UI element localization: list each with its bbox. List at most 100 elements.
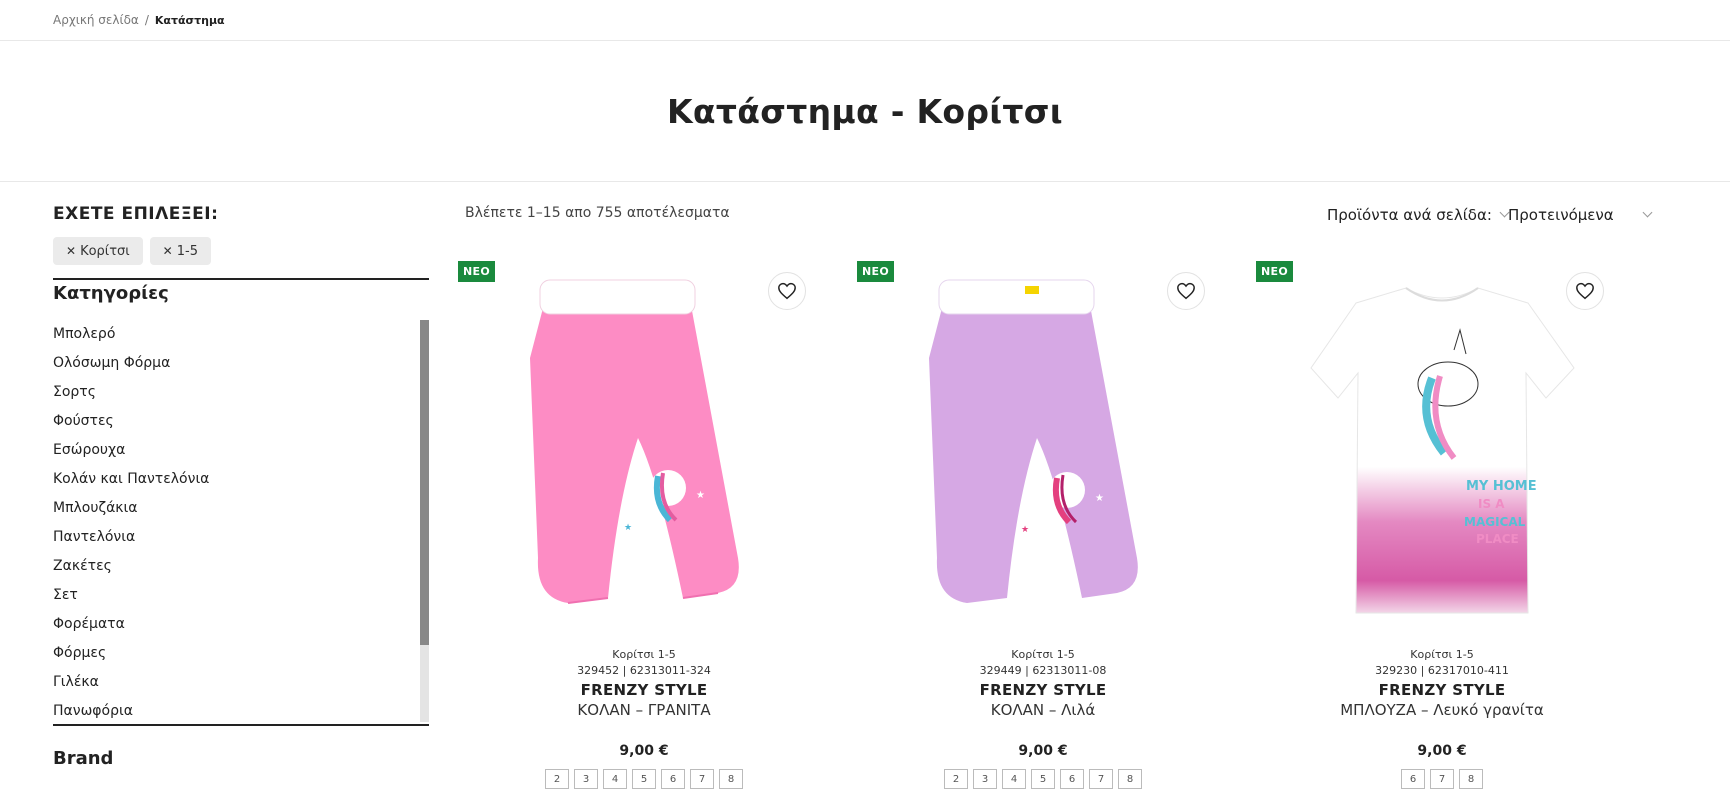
product-price: 9,00 € <box>1417 743 1467 759</box>
sort-label: Προτεινόμενα <box>1508 206 1614 224</box>
category-item[interactable]: Πανωφόρια <box>53 697 429 726</box>
size-option[interactable]: 8 <box>719 769 743 789</box>
category-item[interactable]: Φορέματα <box>53 610 429 639</box>
size-option[interactable]: 3 <box>973 769 997 789</box>
page-header: Κατάστημα - Κορίτσι <box>0 41 1730 182</box>
new-badge: ΝΕΟ <box>1256 261 1293 282</box>
product-sku: 329230 | 62317010-411 <box>1375 664 1509 677</box>
heart-icon <box>1576 282 1594 300</box>
results-count: Βλέπετε 1–15 απο 755 αποτέλεσματα <box>465 205 730 221</box>
size-option[interactable]: 2 <box>944 769 968 789</box>
wishlist-button[interactable] <box>768 272 806 310</box>
size-option[interactable]: 7 <box>1430 769 1454 789</box>
size-option[interactable]: 5 <box>632 769 656 789</box>
size-option[interactable]: 3 <box>574 769 598 789</box>
category-item[interactable]: Μπολερό <box>53 320 429 349</box>
filter-chip-label: Κορίτσι <box>80 243 130 259</box>
filter-chip-label: 1-5 <box>176 243 198 259</box>
category-item[interactable]: Φούστες <box>53 407 429 436</box>
product-info: Κορίτσι 1-5 329230 | 62317010-411 FRENZY… <box>1256 646 1628 789</box>
wishlist-button[interactable] <box>1167 272 1205 310</box>
size-option[interactable]: 6 <box>661 769 685 789</box>
product-image[interactable]: ★ ★ ★ <box>857 258 1229 638</box>
per-page-label: Προϊόντα ανά σελίδα: <box>1327 206 1492 224</box>
category-item[interactable]: Κολάν και Παντελόνια <box>53 465 429 494</box>
page-title: Κατάστημα - Κορίτσι <box>667 91 1063 131</box>
new-badge: ΝΕΟ <box>458 261 495 282</box>
product-brand: FRENZY STYLE <box>580 681 708 699</box>
heart-icon <box>778 282 796 300</box>
wishlist-button[interactable] <box>1566 272 1604 310</box>
heart-icon <box>1177 282 1195 300</box>
product-info: Κορίτσι 1-5 329449 | 62313011-08 FRENZY … <box>857 646 1229 789</box>
product-image[interactable]: MY HOME IS A MAGICAL PLACE <box>1256 258 1628 638</box>
product-card[interactable]: ★ ★ ★ ΝΕΟ Κορίτσι 1-5 329452 | 62313011-… <box>458 258 830 798</box>
size-option[interactable]: 2 <box>545 769 569 789</box>
svg-text:★: ★ <box>630 498 639 509</box>
svg-text:★: ★ <box>1095 493 1104 504</box>
size-option[interactable]: 7 <box>1089 769 1113 789</box>
product-category: Κορίτσι 1-5 <box>1011 648 1075 661</box>
size-option[interactable]: 7 <box>690 769 714 789</box>
size-option[interactable]: 8 <box>1118 769 1142 789</box>
size-option[interactable]: 4 <box>1002 769 1026 789</box>
product-info: Κορίτσι 1-5 329452 | 62313011-324 FRENZY… <box>458 646 830 789</box>
categories-title: Κατηγορίες <box>53 283 169 304</box>
chevron-down-icon <box>1642 207 1653 218</box>
divider <box>53 278 429 280</box>
product-name[interactable]: ΜΠΛΟΥΖΑ – Λευκό γρανίτα <box>1256 701 1628 719</box>
filter-chip-age[interactable]: ✕ 1-5 <box>149 237 211 265</box>
breadcrumb-current: Κατάστημα <box>154 13 225 27</box>
categories-scrollbar[interactable] <box>420 320 429 722</box>
category-item[interactable]: Φόρμες <box>53 639 429 668</box>
category-item[interactable]: Ολόσωμη Φόρμα <box>53 349 429 378</box>
category-item[interactable]: Σετ <box>53 581 429 610</box>
product-category: Κορίτσι 1-5 <box>612 648 676 661</box>
per-page-dropdown[interactable]: Προϊόντα ανά σελίδα: <box>1327 206 1510 224</box>
size-option[interactable]: 6 <box>1401 769 1425 789</box>
product-price: 9,00 € <box>619 743 669 759</box>
size-option[interactable]: 8 <box>1459 769 1483 789</box>
svg-text:★: ★ <box>624 523 632 533</box>
remove-icon: ✕ <box>162 244 173 258</box>
size-option[interactable]: 5 <box>1031 769 1055 789</box>
categories-list: Μπολερό Ολόσωμη Φόρμα Σορτς Φούστες Εσώρ… <box>53 320 429 726</box>
category-item[interactable]: Γιλέκα <box>53 668 429 697</box>
svg-text:MY HOME: MY HOME <box>1466 479 1537 494</box>
filter-chip-girl[interactable]: ✕ Κορίτσι <box>53 237 143 265</box>
size-option[interactable]: 6 <box>1060 769 1084 789</box>
categories-scrollbar-thumb[interactable] <box>420 320 429 645</box>
product-image[interactable]: ★ ★ ★ <box>458 258 830 638</box>
svg-text:IS A: IS A <box>1478 497 1505 511</box>
product-name[interactable]: ΚΟΛΑΝ – ΓΡΑΝΙΤΑ <box>458 701 830 719</box>
category-item[interactable]: Σορτς <box>53 378 429 407</box>
sort-dropdown[interactable]: Προτεινόμενα <box>1508 206 1653 224</box>
category-item[interactable]: Παντελόνια <box>53 523 429 552</box>
category-item[interactable]: Εσώρουχα <box>53 436 429 465</box>
product-category: Κορίτσι 1-5 <box>1410 648 1474 661</box>
size-options: 6 7 8 <box>1256 769 1628 789</box>
svg-text:★: ★ <box>1021 525 1029 535</box>
product-brand: FRENZY STYLE <box>1378 681 1506 699</box>
brand-filter-title[interactable]: Brand <box>53 748 429 769</box>
size-option[interactable]: 4 <box>603 769 627 789</box>
product-price: 9,00 € <box>1018 743 1068 759</box>
remove-icon: ✕ <box>66 244 77 258</box>
category-item[interactable]: Μπλουζάκια <box>53 494 429 523</box>
category-item[interactable]: Ζακέτες <box>53 552 429 581</box>
selected-filters-title: ΕΧΕΤΕ ΕΠΙΛΕΞΕΙ: <box>53 204 219 224</box>
svg-text:MAGICAL: MAGICAL <box>1464 515 1526 529</box>
product-brand: FRENZY STYLE <box>979 681 1107 699</box>
breadcrumb-home-link[interactable]: Αρχική σελίδα <box>53 13 139 27</box>
product-sku: 329452 | 62313011-324 <box>577 664 711 677</box>
size-options: 2 3 4 5 6 7 8 <box>458 769 830 789</box>
product-name[interactable]: ΚΟΛΑΝ – Λιλά <box>857 701 1229 719</box>
breadcrumb-separator: / <box>144 13 149 27</box>
product-sku: 329449 | 62313011-08 <box>979 664 1107 677</box>
filter-sidebar: ΕΧΕΤΕ ΕΠΙΛΕΞΕΙ: ✕ Κορίτσι ✕ 1-5 Κατηγορίες… <box>53 204 429 769</box>
product-card[interactable]: MY HOME IS A MAGICAL PLACE ΝΕΟ Κορίτσι 1… <box>1256 258 1628 798</box>
product-card[interactable]: ★ ★ ★ ΝΕΟ Κορίτσι 1-5 329449 | 62313011-… <box>857 258 1229 798</box>
svg-text:★: ★ <box>1029 500 1038 511</box>
size-options: 2 3 4 5 6 7 8 <box>857 769 1229 789</box>
breadcrumb: Αρχική σελίδα / Κατάστημα <box>0 0 1730 41</box>
